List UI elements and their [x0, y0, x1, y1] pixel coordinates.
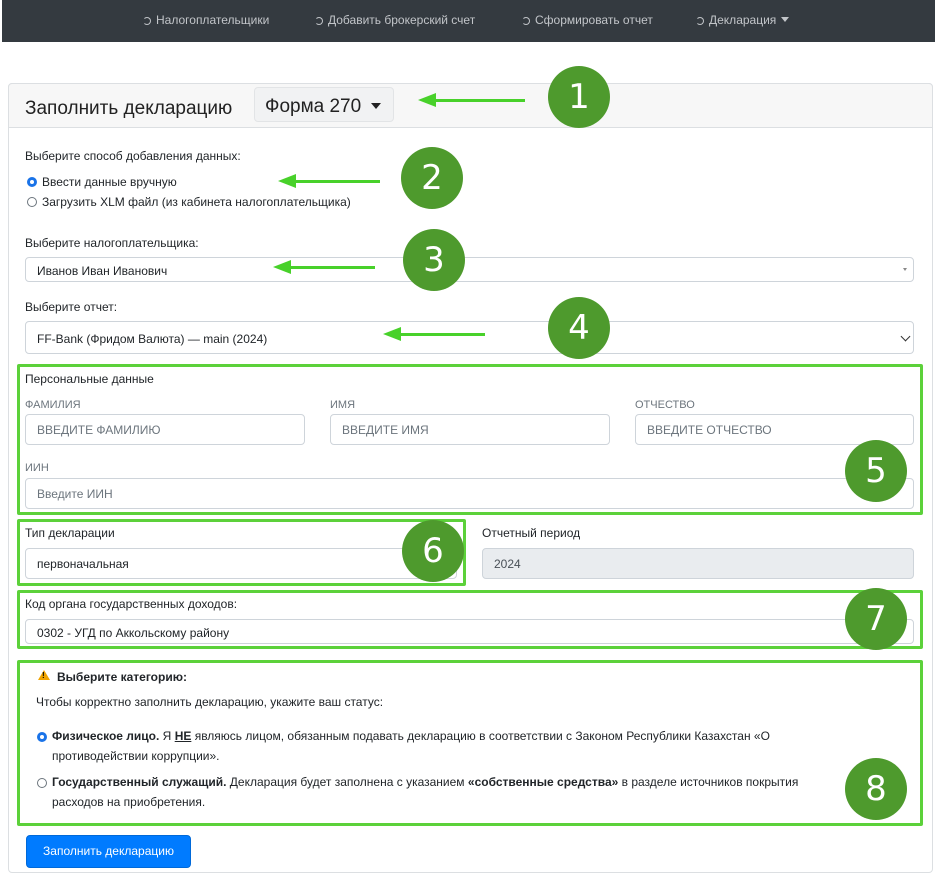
- nav-declaration-dropdown[interactable]: Декларация: [696, 13, 790, 27]
- period-label: Отчетный период: [482, 526, 581, 540]
- taxpayer-select[interactable]: Иванов Иван Иванович: [25, 257, 914, 282]
- radio-upload-xml[interactable]: [27, 197, 37, 207]
- nav-generate-report[interactable]: Сформировать отчет: [522, 13, 653, 27]
- annotation-box-revenue-body: [17, 590, 923, 649]
- chevron-down-icon: [781, 17, 790, 22]
- add-method-label: Выберите способ добавления данных:: [25, 149, 241, 163]
- arrow-left-icon: [273, 260, 291, 274]
- taxpayer-label: Выберите налогоплательщика:: [25, 236, 199, 250]
- annotation-marker-2: 2: [401, 147, 463, 209]
- nav-link-icon: [696, 16, 704, 25]
- report-select[interactable]: FF-Bank (Фридом Валюта) — main (2024): [25, 321, 914, 354]
- annotation-marker-8: 8: [845, 758, 907, 820]
- page-title: Заполнить декларацию: [25, 98, 233, 119]
- nav-link-icon: [522, 16, 530, 25]
- nav-add-broker-account[interactable]: Добавить брокерский счет: [315, 13, 475, 27]
- annotation-arrow-2: [290, 180, 380, 183]
- nav-taxpayers[interactable]: Налогоплательщики: [143, 13, 269, 27]
- arrow-left-icon: [278, 174, 296, 188]
- annotation-marker-6: 6: [402, 520, 464, 582]
- nav-link-icon: [315, 16, 323, 25]
- nav-link-icon: [143, 16, 151, 25]
- report-label: Выберите отчет:: [25, 300, 118, 314]
- arrow-left-icon: [418, 93, 436, 107]
- annotation-marker-7: 7: [845, 588, 907, 650]
- submit-declaration-button[interactable]: Заполнить декларацию: [26, 835, 191, 868]
- chevron-down-icon: [371, 103, 381, 109]
- annotation-marker-1: 1: [548, 66, 610, 128]
- annotation-arrow-1: [430, 99, 525, 102]
- radio-upload-xml-label[interactable]: Загрузить XLM файл (из кабинета налогопл…: [42, 195, 351, 209]
- annotation-box-declaration-type: [17, 519, 466, 586]
- annotation-arrow-4: [395, 333, 485, 336]
- radio-manual-entry-label[interactable]: Ввести данные вручную: [42, 175, 177, 189]
- arrow-left-icon: [383, 327, 401, 341]
- annotation-marker-4: 4: [548, 297, 610, 359]
- annotation-arrow-3: [285, 266, 375, 269]
- annotation-box-category: [17, 660, 923, 826]
- annotation-marker-5: 5: [845, 440, 907, 502]
- annotation-box-personal-data: [17, 364, 923, 515]
- form-type-dropdown[interactable]: Форма 270: [254, 87, 394, 122]
- annotation-marker-3: 3: [403, 229, 465, 291]
- radio-manual-entry[interactable]: [27, 177, 37, 187]
- period-input: 2024: [482, 548, 914, 579]
- chevron-down-icon: [903, 268, 907, 271]
